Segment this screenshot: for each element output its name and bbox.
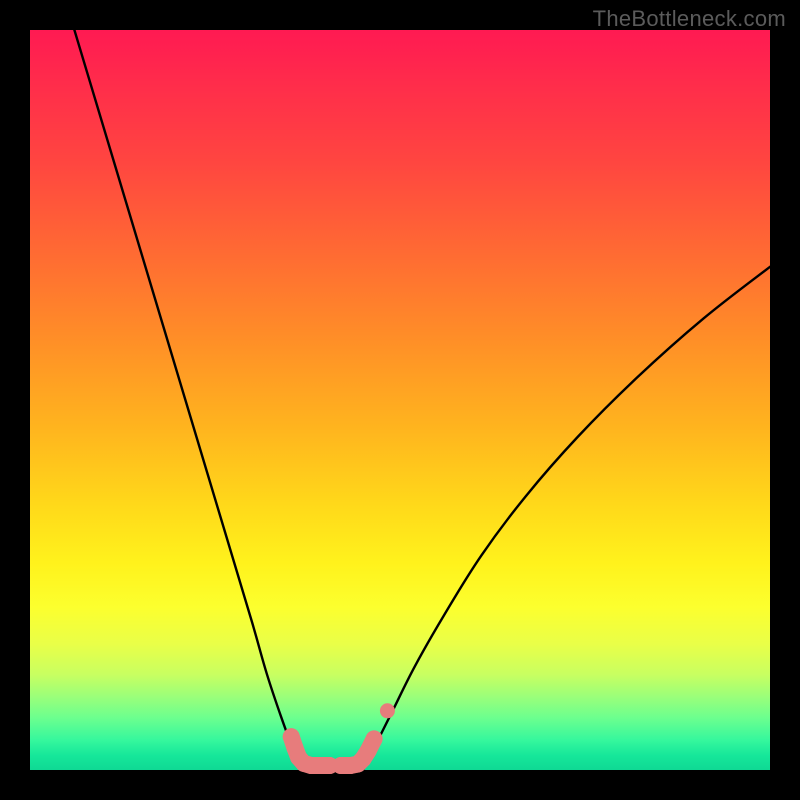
marker-dot — [366, 730, 383, 747]
marker-dot — [380, 703, 395, 718]
curve-left-branch — [74, 30, 303, 770]
watermark-text: TheBottleneck.com — [593, 6, 786, 32]
chart-frame: TheBottleneck.com — [0, 0, 800, 800]
curve-right-branch — [363, 267, 770, 770]
marker-group — [283, 703, 395, 774]
curve-group — [74, 30, 770, 770]
chart-svg — [30, 30, 770, 770]
